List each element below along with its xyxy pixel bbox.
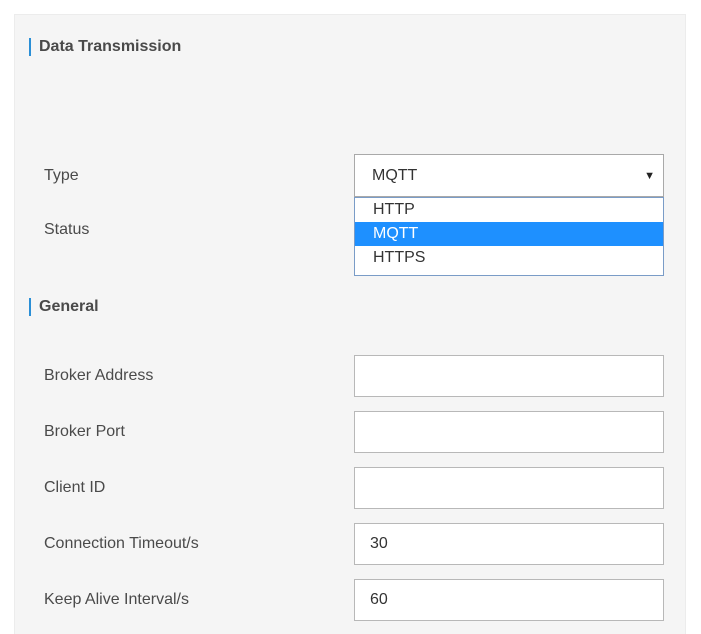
- section-accent-bar: [29, 38, 31, 56]
- type-label: Type: [44, 167, 79, 184]
- section-title-data-transmission: Data Transmission: [29, 38, 181, 56]
- client-id-input[interactable]: [354, 467, 664, 509]
- type-select-value: MQTT: [372, 166, 418, 184]
- type-option-https[interactable]: HTTPS: [355, 246, 663, 270]
- broker-address-label: Broker Address: [44, 367, 154, 384]
- type-dropdown-list: HTTP MQTT HTTPS: [354, 197, 664, 276]
- broker-port-label: Broker Port: [44, 423, 125, 440]
- section-title-text: Data Transmission: [39, 38, 182, 55]
- section-accent-bar: [29, 298, 31, 316]
- section-title-text: General: [39, 298, 99, 315]
- section-title-general: General: [29, 298, 99, 316]
- broker-address-input[interactable]: [354, 355, 664, 397]
- triangle-down-icon: ▼: [644, 170, 655, 182]
- data-transmission-panel: Data Transmission Type Status MQTT ▼ HTT…: [14, 14, 686, 634]
- connection-timeout-label: Connection Timeout/s: [44, 535, 199, 552]
- type-select[interactable]: MQTT ▼: [354, 154, 664, 197]
- keep-alive-interval-label: Keep Alive Interval/s: [44, 591, 189, 608]
- keep-alive-interval-input[interactable]: [354, 579, 664, 621]
- type-option-http[interactable]: HTTP: [355, 198, 663, 222]
- status-label: Status: [44, 221, 90, 238]
- broker-port-input[interactable]: [354, 411, 664, 453]
- connection-timeout-input[interactable]: [354, 523, 664, 565]
- client-id-label: Client ID: [44, 479, 106, 496]
- type-option-mqtt[interactable]: MQTT: [355, 222, 663, 246]
